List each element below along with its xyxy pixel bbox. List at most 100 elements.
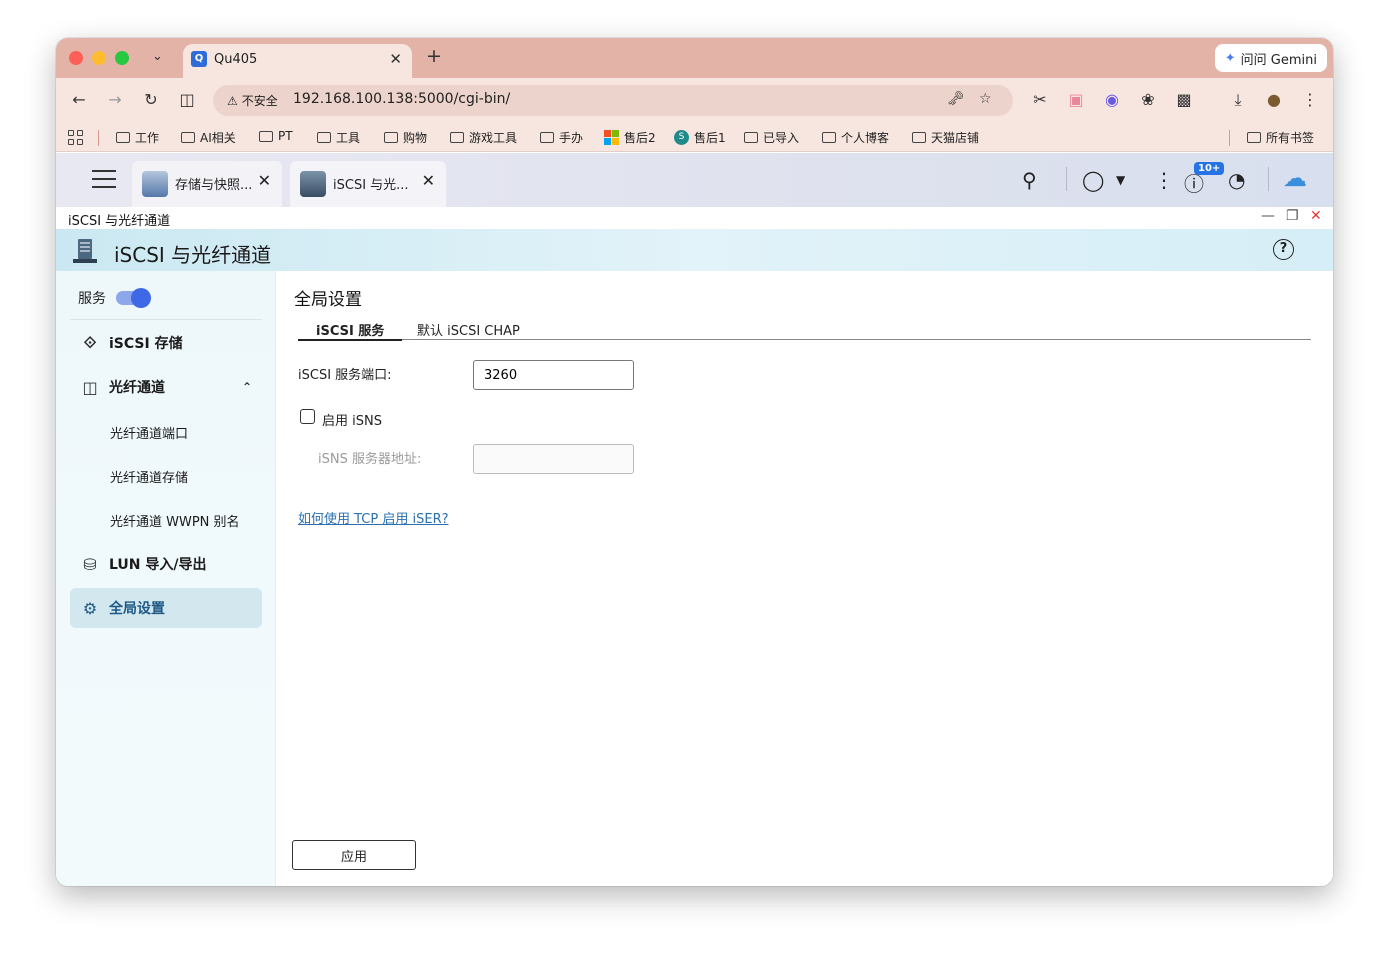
tab-search-chevron-icon[interactable]: ⌄ (152, 49, 163, 64)
app-tab-iscsi[interactable]: iSCSI 与光... ✕ (290, 161, 446, 207)
bookmark-folder[interactable]: 手办 (540, 129, 583, 146)
search-icon[interactable]: ⚲ (1022, 168, 1037, 192)
sharepoint-logo-icon: S (674, 130, 689, 145)
apply-button[interactable]: 应用 (292, 840, 416, 870)
bookmark-folder[interactable]: 个人博客 (822, 129, 889, 146)
toolbar-separator (1268, 167, 1269, 191)
service-toggle-row: 服务 (78, 288, 151, 308)
help-icon[interactable]: ? (1273, 239, 1294, 260)
bookmark-star-icon[interactable]: ☆ (979, 91, 992, 107)
sidebar-item-fc-storage[interactable]: 光纤通道存储 (70, 456, 262, 496)
url-text[interactable]: 192.168.100.138:5000/cgi-bin/ (293, 91, 510, 107)
bookmark-folder[interactable]: PT (259, 129, 293, 143)
bookmark-folder[interactable]: 工作 (116, 129, 159, 146)
iser-help-link[interactable]: 如何使用 TCP 启用 iSER? (298, 508, 449, 527)
isns-server-label: iSNS 服务器地址: (318, 452, 422, 467)
sidebar-item-fibre-channel[interactable]: ◫ 光纤通道 ⌃ (70, 367, 262, 407)
service-toggle[interactable] (116, 288, 151, 308)
sidebar: 服务 ⟐ iSCSI 存储 ◫ 光纤通道 ⌃ 光纤通道端口 光纤通道存储 光纤通… (56, 271, 276, 886)
app-tab-storage-snapshots[interactable]: 存储与快照... ✕ (132, 161, 282, 207)
tab-default-iscsi-chap[interactable]: 默认 iSCSI CHAP (417, 320, 520, 340)
sidebar-item-fc-ports[interactable]: 光纤通道端口 (70, 412, 262, 452)
browser-menu-icon[interactable]: ⋮ (1300, 90, 1320, 109)
warning-triangle-icon: ⚠ (227, 93, 238, 108)
close-icon[interactable]: ✕ (1310, 208, 1322, 224)
isns-server-input[interactable] (473, 444, 634, 474)
bookmark-folder[interactable]: 天猫店铺 (912, 129, 979, 146)
sidebar-item-fc-wwpn-alias[interactable]: 光纤通道 WWPN 别名 (70, 500, 262, 540)
cloud-icon[interactable]: ☁ (1283, 164, 1307, 192)
forward-arrow-icon[interactable]: → (105, 90, 125, 109)
app-window-titlebar: iSCSI 与光纤通道 — ❐ ✕ (56, 207, 1333, 229)
gear-icon: ⚙ (82, 598, 98, 618)
all-bookmarks-folder[interactable]: 所有书签 (1247, 129, 1314, 146)
enable-isns-checkbox[interactable] (300, 409, 315, 424)
storage-app-icon (142, 171, 168, 197)
split-view-icon[interactable]: ◫ (177, 90, 197, 109)
sidebar-item-lun-import-export[interactable]: ⛁ LUN 导入/导出 (70, 544, 262, 584)
key-icon[interactable]: 🗝 (947, 91, 965, 107)
close-app-tab-icon[interactable]: ✕ (422, 171, 435, 190)
user-dropdown-caret-icon[interactable]: ▼ (1116, 173, 1125, 187)
bookmark-link[interactable]: 售后2 (604, 129, 656, 146)
chevron-up-icon: ⌃ (241, 380, 252, 394)
folder-icon (1247, 132, 1261, 143)
bookmark-folder[interactable]: 游戏工具 (450, 129, 517, 146)
bookmark-folder[interactable]: AI相关 (181, 129, 236, 146)
close-app-tab-icon[interactable]: ✕ (258, 171, 271, 190)
folder-icon (744, 132, 758, 143)
security-label: 不安全 (241, 94, 278, 108)
gemini-button[interactable]: ✦ 问问 Gemini (1214, 44, 1327, 72)
user-account-icon[interactable]: ◯ (1082, 168, 1104, 192)
database-transfer-icon: ⛁ (83, 554, 97, 574)
sidebar-item-global-settings[interactable]: ⚙ 全局设置 (70, 588, 262, 628)
close-window-button[interactable] (69, 51, 83, 65)
app-tab-label: iSCSI 与光... (333, 178, 409, 193)
bookmark-folder[interactable]: 工具 (317, 129, 360, 146)
sidebar-item-label: 光纤通道端口 (110, 426, 189, 442)
app-tab-label: 存储与快照... (175, 178, 253, 193)
sidebar-item-iscsi-storage[interactable]: ⟐ iSCSI 存储 (70, 323, 262, 363)
bookmark-folder[interactable]: 已导入 (744, 129, 799, 146)
restore-icon[interactable]: ❐ (1286, 208, 1299, 224)
iscsi-app-logo-icon (73, 239, 97, 263)
toolbar-separator (1066, 167, 1067, 191)
browser-tab-title: Qu405 (214, 52, 258, 67)
profile-avatar-icon[interactable]: ● (1264, 90, 1284, 109)
service-label: 服务 (78, 291, 106, 307)
bookmark-folder[interactable]: 购物 (384, 129, 427, 146)
reload-icon[interactable]: ↻ (141, 90, 161, 109)
bilibili-extension-icon[interactable]: ▣ (1066, 90, 1086, 109)
maximize-window-button[interactable] (115, 51, 129, 65)
tab-iscsi-service[interactable]: iSCSI 服务 (298, 320, 403, 341)
extensions-puzzle-icon[interactable]: ▩ (1174, 90, 1194, 109)
bookmarks-separator (98, 130, 99, 146)
folder-icon (384, 132, 398, 143)
openai-extension-icon[interactable]: ❀ (1138, 90, 1158, 109)
iscsi-port-input[interactable] (473, 360, 634, 390)
sidebar-item-label: 光纤通道 (109, 380, 165, 396)
iscsi-app-icon (300, 171, 326, 197)
notification-count-badge: 10+ (1194, 162, 1225, 175)
microsoft-logo-icon (604, 130, 619, 145)
iscsi-port-label: iSCSI 服务端口: (298, 368, 392, 383)
browser-toolbar: ← → ↻ ◫ ⚠ 不安全 192.168.100.138:5000/cgi-b… (56, 78, 1333, 122)
back-arrow-icon[interactable]: ← (69, 90, 89, 109)
minimize-icon[interactable]: — (1261, 208, 1275, 224)
close-tab-icon[interactable]: ✕ (389, 50, 402, 68)
screenshot-extension-icon[interactable]: ✂ (1030, 90, 1050, 109)
apps-grid-icon[interactable] (68, 130, 83, 145)
minimize-window-button[interactable] (92, 51, 106, 65)
fibre-channel-icon: ◫ (82, 377, 98, 397)
ai-extension-icon[interactable]: ◉ (1102, 90, 1122, 109)
dashboard-gauge-icon[interactable]: ◔ (1228, 168, 1245, 192)
sidebar-item-label: iSCSI 存储 (109, 336, 183, 352)
more-options-icon[interactable]: ⋮ (1154, 168, 1174, 192)
address-bar[interactable]: ⚠ 不安全 192.168.100.138:5000/cgi-bin/ 🗝 ☆ (213, 85, 1013, 116)
security-chip[interactable]: ⚠ 不安全 (221, 90, 284, 111)
new-tab-plus-icon[interactable]: + (426, 45, 442, 67)
browser-tab[interactable]: Q Qu405 ✕ (183, 44, 412, 78)
download-icon[interactable]: ⤓ (1228, 90, 1248, 110)
main-menu-hamburger-icon[interactable] (92, 170, 116, 188)
bookmark-link[interactable]: S 售后1 (674, 129, 726, 146)
